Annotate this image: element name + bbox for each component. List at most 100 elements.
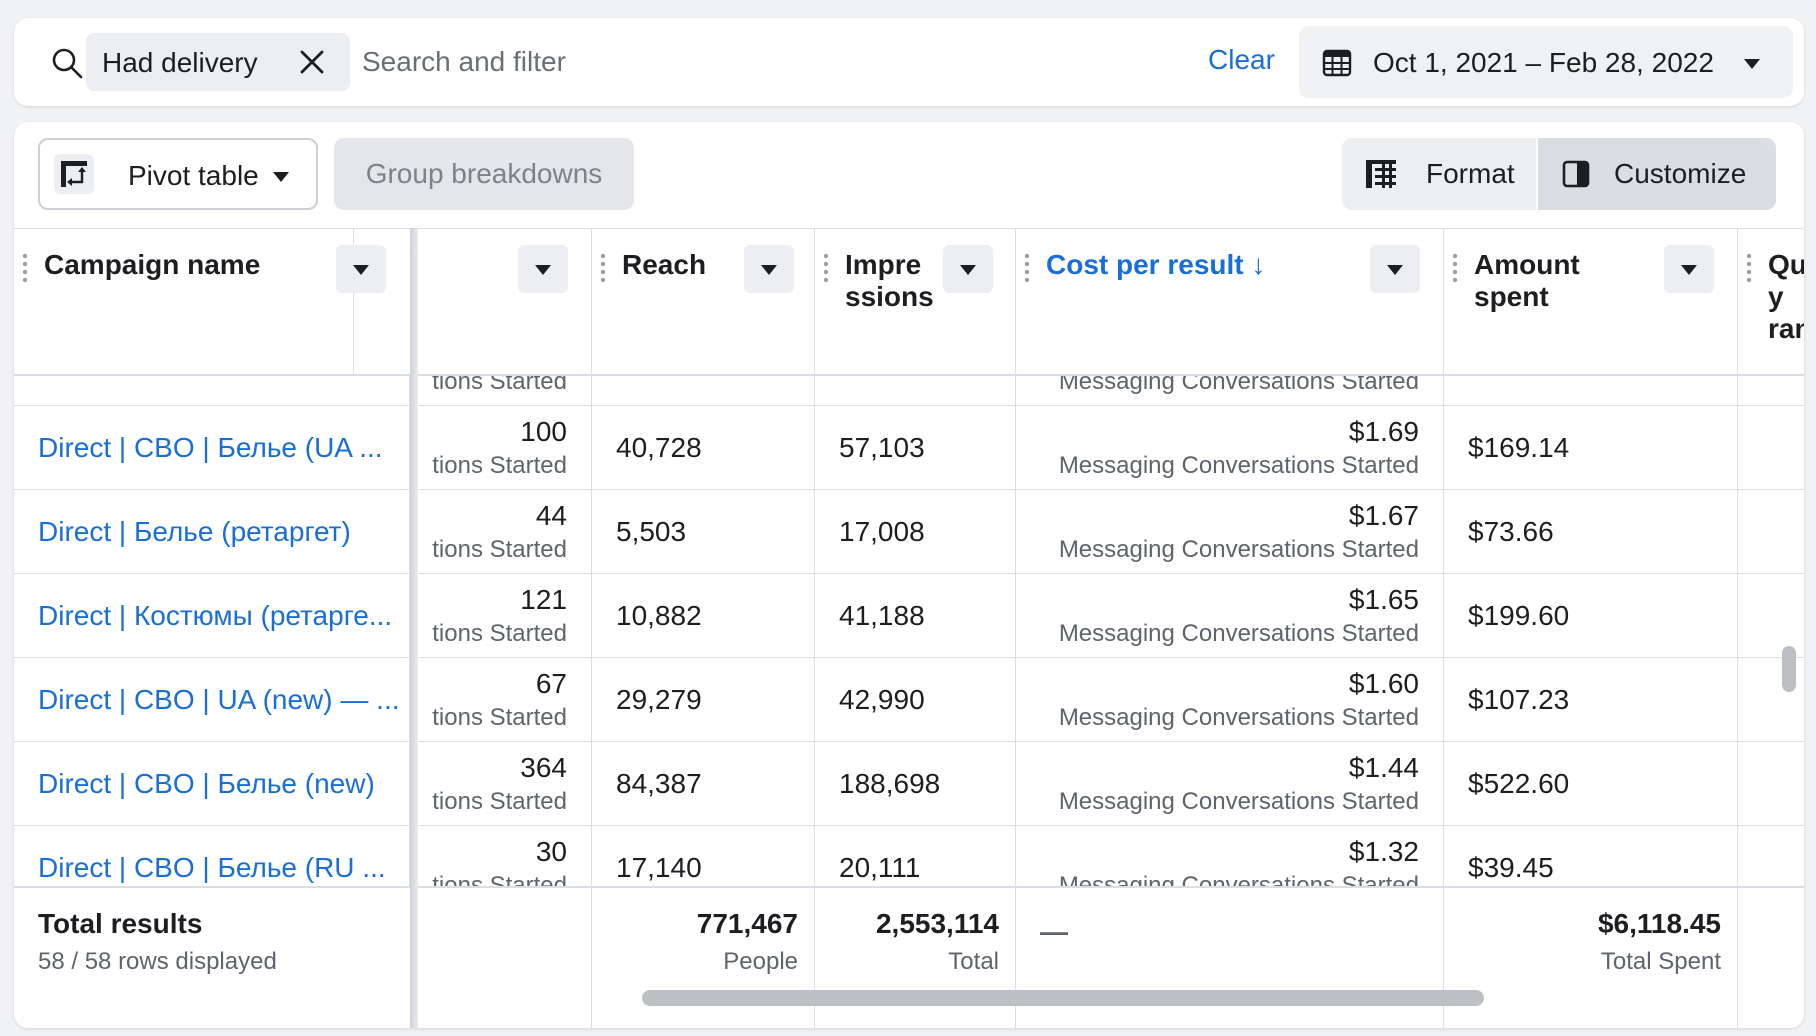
clear-button[interactable]: Clear [1208,44,1275,76]
date-range-picker[interactable]: Oct 1, 2021 – Feb 28, 2022 [1299,26,1793,98]
cost-cell: $1.67 Messaging Conversations Started [1016,490,1444,574]
column-header-impressions[interactable]: Impre ssions [815,229,1016,375]
amount-cell: $522.60 [1444,742,1738,826]
table-row[interactable]: Direct | Белье (ретаргет) 44 tions Start… [14,490,1804,574]
reach-cell: 84,387 [592,742,815,826]
quality-cell [1738,574,1804,658]
campaign-cell [14,376,410,406]
table-row[interactable]: Direct | Костюмы (ретарге... 121 tions S… [14,574,1804,658]
reach-cell: 17,140 [592,826,815,886]
chevron-down-icon[interactable] [1664,245,1714,293]
footer-reach-cell: 771,467 People [592,888,815,1028]
table-row[interactable]: Direct | CBO | Белье (new) 364 tions Sta… [14,742,1804,826]
quality-cell [1738,376,1804,406]
cost-value: $1.44 [1348,752,1419,783]
table-row[interactable]: Direct | CBO | Белье (RU ... 30 tions St… [14,826,1804,886]
vertical-scrollbar[interactable] [1782,646,1796,692]
footer-impressions-cell: 2,553,114 Total [815,888,1016,1028]
column-header-reach[interactable]: Reach [592,229,815,375]
campaign-link[interactable]: Direct | CBO | UA (new) — ... [38,684,400,716]
column-label: Reach [622,249,707,280]
campaign-link[interactable]: Direct | CBO | Белье (RU ... [38,852,386,884]
filter-chip[interactable]: Had delivery [86,33,350,91]
results-cell: 67 tions Started [418,658,592,742]
chevron-down-icon [1743,57,1761,69]
cost-type: Messaging Conversations Started [1058,704,1419,731]
campaign-link[interactable]: Direct | Костюмы (ретарге... [38,600,392,632]
drag-handle-icon[interactable] [22,253,28,283]
campaign-link[interactable]: Direct | CBO | Белье (new) [38,768,375,800]
horizontal-scrollbar[interactable] [642,990,1484,1006]
reach-total: 771,467 [696,908,798,939]
reach-value: 84,387 [616,768,702,799]
results-cell: 30 tions Started [418,826,592,886]
chevron-down-icon[interactable] [336,245,386,293]
drag-handle-icon[interactable] [1746,253,1752,283]
group-breakdowns-button[interactable]: Group breakdowns [334,138,634,210]
results-cell: 100 tions Started [418,406,592,490]
campaign-link[interactable]: Direct | Белье (ретаргет) [38,516,351,548]
column-header-campaign[interactable]: Campaign name [14,229,386,375]
results-type: tions Started [432,704,567,731]
reach-value: 17,140 [616,852,702,883]
filter-chip-label: Had delivery [102,47,258,78]
cost-total: — [1040,916,1068,947]
pivot-table-button[interactable]: Pivot table [38,138,318,210]
drag-handle-icon[interactable] [1024,253,1030,283]
cost-cell: $1.32 Messaging Conversations Started [1016,826,1444,886]
reach-cell: 29,279 [592,658,815,742]
footer-results-cell [418,888,592,1028]
campaign-link[interactable]: Direct | CBO | Белье (UA ... [38,432,383,464]
drag-handle-icon[interactable] [600,253,606,283]
column-header-quality-ranking[interactable]: Quayran [1738,229,1804,375]
format-button[interactable]: Format [1342,138,1536,210]
drag-handle-icon[interactable] [1452,253,1458,283]
reach-cell: 5,503 [592,490,815,574]
campaign-cell: Direct | Костюмы (ретарге... [14,574,410,658]
cost-type: Messaging Conversations Started [1058,376,1419,395]
footer-cost-cell: — [1016,888,1444,1028]
format-label: Format [1426,158,1515,189]
footer-summary-cell: Total results 58 / 58 rows displayed [14,888,418,1028]
amount-total: $6,118.45 [1597,908,1721,939]
reach-total-label: People [723,948,798,975]
customize-button[interactable]: Customize [1538,138,1776,210]
cost-value: $1.69 [1348,416,1419,447]
search-input[interactable] [362,34,862,90]
column-header-cost-per-result[interactable]: Cost per result ↓ [1016,229,1444,375]
results-cell: 121 tions Started [418,574,592,658]
total-results-label: Total results [38,908,203,939]
results-cell: 44 tions Started [418,490,592,574]
amount-cell [1444,376,1738,406]
quality-cell [1738,406,1804,490]
column-label: Amount spent [1474,249,1580,313]
chevron-down-icon[interactable] [518,245,568,293]
results-value: 67 [535,668,567,699]
cost-cell: $1.69 Messaging Conversations Started [1016,406,1444,490]
table-row[interactable]: Direct | CBO | Белье (UA ... 100 tions S… [14,406,1804,490]
cost-cell: $1.65 Messaging Conversations Started [1016,574,1444,658]
chevron-down-icon[interactable] [943,245,993,293]
chevron-down-icon[interactable] [1370,245,1420,293]
cost-type: Messaging Conversations Started [1058,620,1419,647]
impressions-cell: 41,188 [815,574,1016,658]
column-header-amount-spent[interactable]: Amount spent [1444,229,1738,375]
cost-value: $1.67 [1348,500,1419,531]
search-icon[interactable] [50,46,84,80]
table-row[interactable]: Direct | CBO | UA (new) — ... 67 tions S… [14,658,1804,742]
column-header-results[interactable] [418,229,592,375]
drag-handle-icon[interactable] [823,253,829,283]
date-range-label: Oct 1, 2021 – Feb 28, 2022 [1373,47,1714,78]
table-footer: Total results 58 / 58 rows displayed 771… [14,886,1804,1028]
table-row[interactable]: tions Started Messaging Conversations St… [14,376,1804,406]
amount-value: $522.60 [1468,768,1570,799]
cost-type: Messaging Conversations Started [1058,452,1419,479]
table-toolbar: Pivot table Group breakdowns Format Cust… [14,122,1804,228]
format-icon [1366,160,1396,188]
column-label-line: Impre [845,249,922,280]
impressions-cell: 17,008 [815,490,1016,574]
column-label-line: Amount [1474,249,1580,280]
close-icon[interactable] [296,46,328,78]
column-label-line: ran [1768,313,1804,344]
chevron-down-icon[interactable] [744,245,794,293]
